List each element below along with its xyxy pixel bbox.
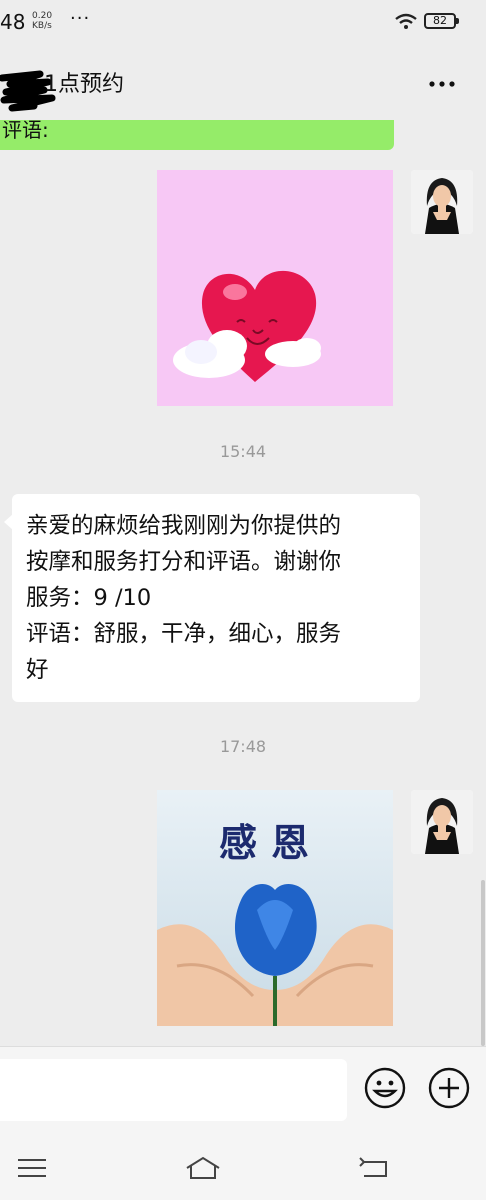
status-time: 48 [0,10,26,34]
avatar-photo [411,170,473,234]
more-options-button[interactable] [424,70,460,98]
emoji-icon [364,1067,406,1109]
message-line: 服务：9 /10 [26,585,152,611]
status-bar: 48 0.20 KB/s ··· 82 [0,0,486,44]
message-line: 评语：舒服，干净，细心，服务 [26,621,342,647]
menu-button[interactable] [12,1154,52,1182]
battery-icon: 82 [424,13,459,29]
message-line: 好 [26,657,49,683]
more-functions-button[interactable] [428,1067,470,1109]
received-message-text: 亲爱的麻烦给我刚刚为你提供的 按摩和服务打分和评语。谢谢你 服务：9 /10 评… [26,508,414,688]
sticker-caption: 感恩 [219,820,324,865]
timestamp: 15:44 [219,442,267,461]
battery-level: 82 [433,14,447,27]
chat-scrollbar[interactable] [481,880,485,1046]
network-speed-value: 0.20 [32,11,53,21]
wifi-icon [395,13,417,29]
message-line: 按摩和服务打分和评语。谢谢你 [26,549,342,575]
gratitude-sticker[interactable]: 感恩 [157,790,393,1026]
back-icon [359,1157,387,1177]
message-input[interactable] [0,1059,347,1121]
network-speed: 0.20 KB/s [32,11,52,31]
home-button[interactable] [183,1154,223,1182]
status-more-dots: ··· [70,8,91,29]
emoji-button[interactable] [364,1067,406,1109]
heart-sticker[interactable] [157,170,393,406]
avatar[interactable] [411,170,473,234]
chat-area[interactable]: 评语: 15:44 亲爱的麻烦给我刚刚为你提供的 按摩和服务打分和评语。谢谢你 … [0,120,486,1046]
received-message-bubble[interactable]: 亲爱的麻烦给我刚刚为你提供的 按摩和服务打分和评语。谢谢你 服务：9 /10 评… [4,494,420,702]
sent-message-text: 评语: [2,120,49,142]
system-nav-bar [0,1134,486,1200]
plus-circle-icon [428,1067,470,1109]
input-bar [0,1046,486,1135]
chat-title: 1点预约 [44,72,124,97]
sent-message-bubble[interactable]: 评语: [0,120,394,150]
network-speed-unit: KB/s [32,21,52,31]
timestamp: 17:48 [219,737,267,756]
home-icon [186,1156,220,1179]
avatar-photo [411,790,473,854]
more-dots-icon [429,81,455,87]
avatar[interactable] [411,790,473,854]
menu-icon [18,1159,46,1177]
back-button[interactable] [356,1154,396,1182]
message-line: 亲爱的麻烦给我刚刚为你提供的 [26,513,342,539]
heart-cloud-image [157,170,393,406]
